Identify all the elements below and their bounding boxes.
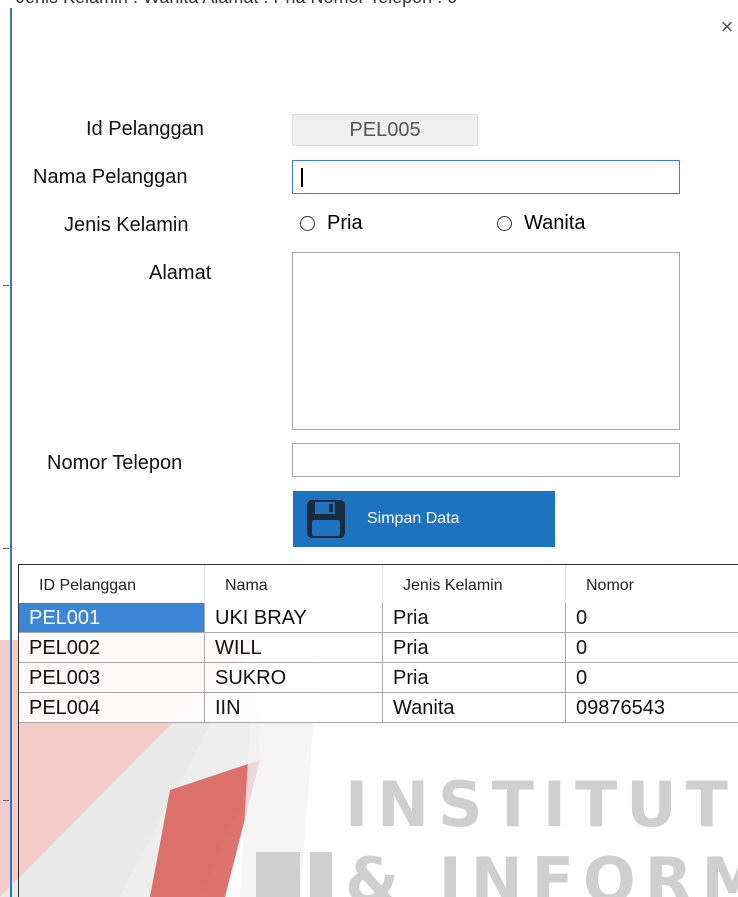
cell-id[interactable]: PEL004 — [19, 693, 205, 723]
radio-wanita-circle[interactable] — [497, 216, 512, 231]
edge-mark — [3, 285, 9, 286]
cell-nomor[interactable]: 0 — [566, 633, 738, 663]
jenis-kelamin-label: Jenis Kelamin — [64, 214, 189, 236]
column-header-nama[interactable]: Nama — [205, 565, 383, 603]
simpan-data-label: Simpan Data — [367, 510, 460, 527]
cell-nomor[interactable]: 09876543 — [566, 693, 738, 723]
radio-wanita-label: Wanita — [524, 212, 586, 234]
cell-nomor[interactable]: 0 — [566, 603, 738, 633]
clipped-header-text: Jenis Kelamin : Wanita Alamat : Pria Nom… — [0, 0, 738, 10]
cell-jenis-kelamin[interactable]: Pria — [383, 603, 566, 633]
cell-jenis-kelamin[interactable]: Pria — [383, 633, 566, 663]
nomor-telepon-label: Nomor Telepon — [47, 452, 183, 474]
edge-mark — [3, 548, 9, 549]
nomor-telepon-input[interactable] — [292, 443, 680, 477]
clipped-header-label: Jenis Kelamin : Wanita Alamat : Pria Nom… — [16, 0, 457, 8]
window-left-border — [10, 8, 12, 897]
simpan-data-button[interactable]: Simpan Data — [293, 491, 555, 547]
edge-mark — [3, 800, 9, 801]
close-button[interactable]: × — [716, 14, 738, 40]
cell-nama[interactable]: SUKRO — [205, 663, 383, 693]
cell-id[interactable]: PEL001 — [19, 603, 205, 633]
radio-wanita[interactable]: Wanita — [497, 212, 586, 235]
table-row[interactable]: PEL002 WILL Pria 0 — [19, 633, 738, 663]
id-pelanggan-field: PEL005 — [292, 114, 478, 146]
cell-nama[interactable]: IIN — [205, 693, 383, 723]
alamat-label: Alamat — [149, 262, 212, 284]
floppy-disk-icon — [307, 500, 345, 538]
cell-id[interactable]: PEL002 — [19, 633, 205, 663]
text-caret — [301, 168, 303, 187]
table-row[interactable]: PEL004 IIN Wanita 09876543 — [19, 693, 738, 723]
cell-nama[interactable]: WILL — [205, 633, 383, 663]
alamat-textarea[interactable] — [292, 252, 680, 430]
cell-id[interactable]: PEL003 — [19, 663, 205, 693]
window: INSTITUT BI & INFORMA Jenis Kelamin : Wa… — [0, 0, 738, 897]
radio-pria-circle[interactable] — [300, 216, 315, 231]
cell-jenis-kelamin[interactable]: Wanita — [383, 693, 566, 723]
cell-nomor[interactable]: 0 — [566, 663, 738, 693]
pelanggan-data-grid[interactable]: ID Pelanggan Nama Jenis Kelamin Nomor PE… — [18, 564, 738, 897]
radio-pria-label: Pria — [327, 212, 363, 234]
table-row[interactable]: PEL001 UKI BRAY Pria 0 — [19, 603, 738, 633]
nama-pelanggan-input[interactable] — [292, 160, 680, 194]
cell-nama[interactable]: UKI BRAY — [205, 603, 383, 633]
radio-pria[interactable]: Pria — [300, 212, 363, 235]
nama-pelanggan-label: Nama Pelanggan — [33, 166, 188, 188]
column-header-id[interactable]: ID Pelanggan — [19, 565, 205, 603]
id-pelanggan-label: Id Pelanggan — [86, 118, 204, 140]
grid-header-row: ID Pelanggan Nama Jenis Kelamin Nomor — [19, 565, 738, 603]
column-header-nomor[interactable]: Nomor — [566, 565, 738, 603]
cell-jenis-kelamin[interactable]: Pria — [383, 663, 566, 693]
table-row[interactable]: PEL003 SUKRO Pria 0 — [19, 663, 738, 693]
column-header-jenis-kelamin[interactable]: Jenis Kelamin — [383, 565, 566, 603]
